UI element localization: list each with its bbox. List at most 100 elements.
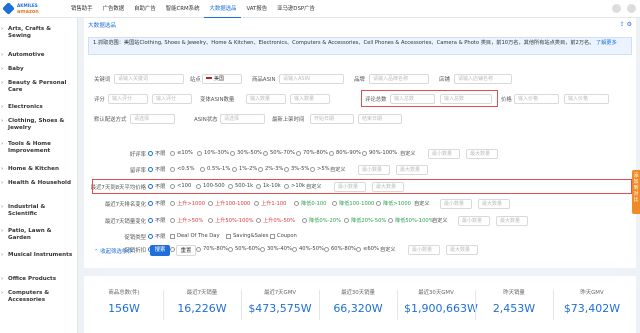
nav-item[interactable]: 大数据选品 bbox=[204, 0, 242, 18]
nav-item[interactable]: 销售助手 bbox=[66, 0, 98, 18]
option-radio[interactable]: 不限 bbox=[148, 217, 165, 224]
option-radio[interactable]: >5% bbox=[310, 166, 330, 172]
price-max-input[interactable]: 输入价格 bbox=[564, 94, 609, 104]
store-input[interactable]: 请输入店铺名称 bbox=[454, 74, 512, 84]
sidebar-item[interactable]: › Health & Household bbox=[1, 180, 74, 187]
delivery-select[interactable]: 请选择 bbox=[130, 114, 175, 124]
avatar[interactable] bbox=[627, 4, 636, 13]
option-radio[interactable]: 上升1-100 bbox=[254, 200, 286, 207]
sidebar-item[interactable]: › Patio, Lawn & Garden bbox=[1, 228, 74, 242]
custom-max-input[interactable]: 最大数量 bbox=[396, 165, 428, 175]
brand-input[interactable]: 请输入品牌名称 bbox=[369, 74, 429, 84]
option-radio[interactable]: 30%-50% bbox=[230, 150, 262, 156]
share-icon[interactable]: ⇪ ⚙ bbox=[620, 21, 632, 28]
asin-input[interactable]: 请输入ASIN bbox=[279, 74, 344, 84]
sidebar-item[interactable]: › Electronics bbox=[1, 104, 74, 111]
logo[interactable]: AKMILES amazon bbox=[2, 2, 44, 16]
launch-start-input[interactable]: 开始日期 bbox=[310, 114, 354, 124]
site-select[interactable]: 美国 bbox=[202, 74, 242, 84]
sidebar-item[interactable]: › Clothing, Shoes & Jewelry bbox=[1, 118, 74, 132]
rating-max-input[interactable]: 输入评分 bbox=[152, 94, 192, 104]
review-max-input[interactable]: 输入总数 bbox=[440, 94, 492, 104]
sidebar-item[interactable]: › Musical Instruments bbox=[1, 252, 74, 259]
sidebar-item[interactable]: › Home & Kitchen bbox=[1, 166, 74, 173]
learn-more-link[interactable]: 了解更多 bbox=[596, 40, 617, 46]
variant-min-input[interactable]: 输入数量 bbox=[246, 94, 286, 104]
option-radio[interactable]: 50%-60% bbox=[228, 246, 260, 252]
custom-max-input[interactable]: 最大数量 bbox=[466, 149, 498, 159]
sidebar-item[interactable]: › Computers & Accessories bbox=[1, 290, 74, 304]
keyword-input[interactable]: 请输入关键词 bbox=[114, 74, 184, 84]
sidebar-item[interactable]: › Automotive bbox=[1, 52, 74, 59]
review-min-input[interactable]: 输入总数 bbox=[390, 94, 435, 104]
option-radio[interactable]: 自定义 bbox=[432, 217, 448, 224]
collapse-filters-link[interactable]: ⌃ 收起筛选条件 bbox=[94, 247, 133, 255]
nav-item[interactable]: 智能CRM系统 bbox=[161, 0, 205, 18]
option-radio[interactable]: 降低100-1000 bbox=[332, 200, 374, 207]
custom-max-input[interactable]: 最大数量 bbox=[446, 245, 478, 255]
option-radio[interactable]: 80%-90% bbox=[329, 150, 361, 156]
option-radio[interactable]: 70%-80% bbox=[196, 246, 228, 252]
option-radio[interactable]: 3%-5% bbox=[284, 166, 309, 172]
option-radio[interactable]: 降低20%-50% bbox=[344, 217, 386, 224]
option-radio[interactable]: 2%-3% bbox=[258, 166, 283, 172]
sidebar-item[interactable]: › Arts, Crafts & Sewing bbox=[1, 26, 74, 40]
option-radio[interactable]: Saving&Sales bbox=[226, 233, 268, 239]
option-radio[interactable]: 上升100-1000 bbox=[208, 200, 250, 207]
option-radio[interactable]: 不限 bbox=[148, 233, 165, 240]
option-radio[interactable]: 自定义 bbox=[414, 200, 430, 207]
sidebar-item[interactable]: › Baby bbox=[1, 66, 74, 73]
option-radio[interactable]: 自定义 bbox=[400, 150, 416, 157]
nav-item[interactable]: VAT报告 bbox=[241, 0, 272, 18]
option-radio[interactable]: 不限 bbox=[148, 200, 165, 207]
option-radio[interactable]: Coupon bbox=[270, 233, 297, 239]
sidebar-item[interactable]: › Beauty & Personal Care bbox=[1, 80, 74, 94]
option-radio[interactable]: 降低0%-20% bbox=[302, 217, 341, 224]
option-radio[interactable]: Deal Of The Day bbox=[170, 233, 220, 239]
variant-max-input[interactable]: 输入数量 bbox=[290, 94, 330, 104]
option-radio[interactable]: 上升50%-100% bbox=[208, 217, 254, 224]
option-radio[interactable]: 40%-50% bbox=[292, 246, 324, 252]
sidebar-item[interactable]: › Office Products bbox=[1, 276, 74, 283]
custom-min-input[interactable]: 最小数量 bbox=[428, 149, 460, 159]
option-radio[interactable]: 1%-2% bbox=[232, 166, 257, 172]
option-radio[interactable]: 10%-30% bbox=[197, 150, 229, 156]
reset-button[interactable]: 重置 bbox=[176, 245, 196, 256]
option-radio[interactable]: 0.5%-1% bbox=[200, 166, 230, 172]
option-radio[interactable]: ≤60% bbox=[356, 246, 379, 252]
custom-min-input[interactable]: 最小数量 bbox=[358, 165, 390, 175]
option-radio[interactable]: 不限 bbox=[148, 150, 165, 157]
option-radio[interactable]: 70%-80% bbox=[296, 150, 328, 156]
nav-item[interactable]: 亚马逊DSP广告 bbox=[272, 0, 320, 18]
custom-min-input[interactable]: 最小数量 bbox=[458, 216, 490, 226]
option-radio[interactable]: <0.5% bbox=[170, 166, 195, 172]
option-radio[interactable]: 不限 bbox=[148, 166, 165, 173]
custom-max-input[interactable]: 最大数量 bbox=[496, 216, 528, 226]
custom-max-input[interactable]: 最大数量 bbox=[478, 199, 510, 209]
option-radio[interactable]: 降低50%-100% bbox=[388, 217, 434, 224]
option-radio[interactable]: 降低0-100 bbox=[294, 200, 326, 207]
option-radio[interactable]: 上升0%-50% bbox=[256, 217, 295, 224]
asin-status-select[interactable]: 请选择 bbox=[220, 114, 265, 124]
option-radio[interactable]: ≤10% bbox=[170, 150, 193, 156]
option-radio[interactable]: 60%-80% bbox=[324, 246, 356, 252]
option-radio[interactable]: 自定义 bbox=[380, 246, 396, 253]
nav-item[interactable]: 广告数据 bbox=[98, 0, 130, 18]
option-radio[interactable]: 自定义 bbox=[330, 166, 346, 173]
rating-min-input[interactable]: 输入评分 bbox=[108, 94, 148, 104]
help-icon[interactable] bbox=[612, 4, 621, 13]
launch-end-input[interactable]: 结束日期 bbox=[358, 114, 402, 124]
nav-item[interactable]: 自助广告 bbox=[129, 0, 161, 18]
search-button[interactable]: 搜索 bbox=[150, 245, 170, 256]
option-radio[interactable]: 上升>50% bbox=[170, 217, 203, 224]
option-radio[interactable]: 上升>1000 bbox=[170, 200, 205, 207]
option-radio[interactable]: 30%-40% bbox=[260, 246, 292, 252]
option-radio[interactable]: 90%-100% bbox=[362, 150, 397, 156]
custom-min-input[interactable]: 最小数量 bbox=[440, 199, 472, 209]
custom-min-input[interactable]: 最小数量 bbox=[408, 245, 440, 255]
option-radio[interactable]: 50%-70% bbox=[263, 150, 295, 156]
price-min-input[interactable]: 输入价格 bbox=[514, 94, 559, 104]
compare-side-tab[interactable]: 添加到对比 bbox=[632, 170, 640, 214]
sidebar-item[interactable]: › Tools & Home Improvement bbox=[1, 141, 74, 155]
sidebar-item[interactable]: › Industrial & Scientific bbox=[1, 204, 74, 218]
